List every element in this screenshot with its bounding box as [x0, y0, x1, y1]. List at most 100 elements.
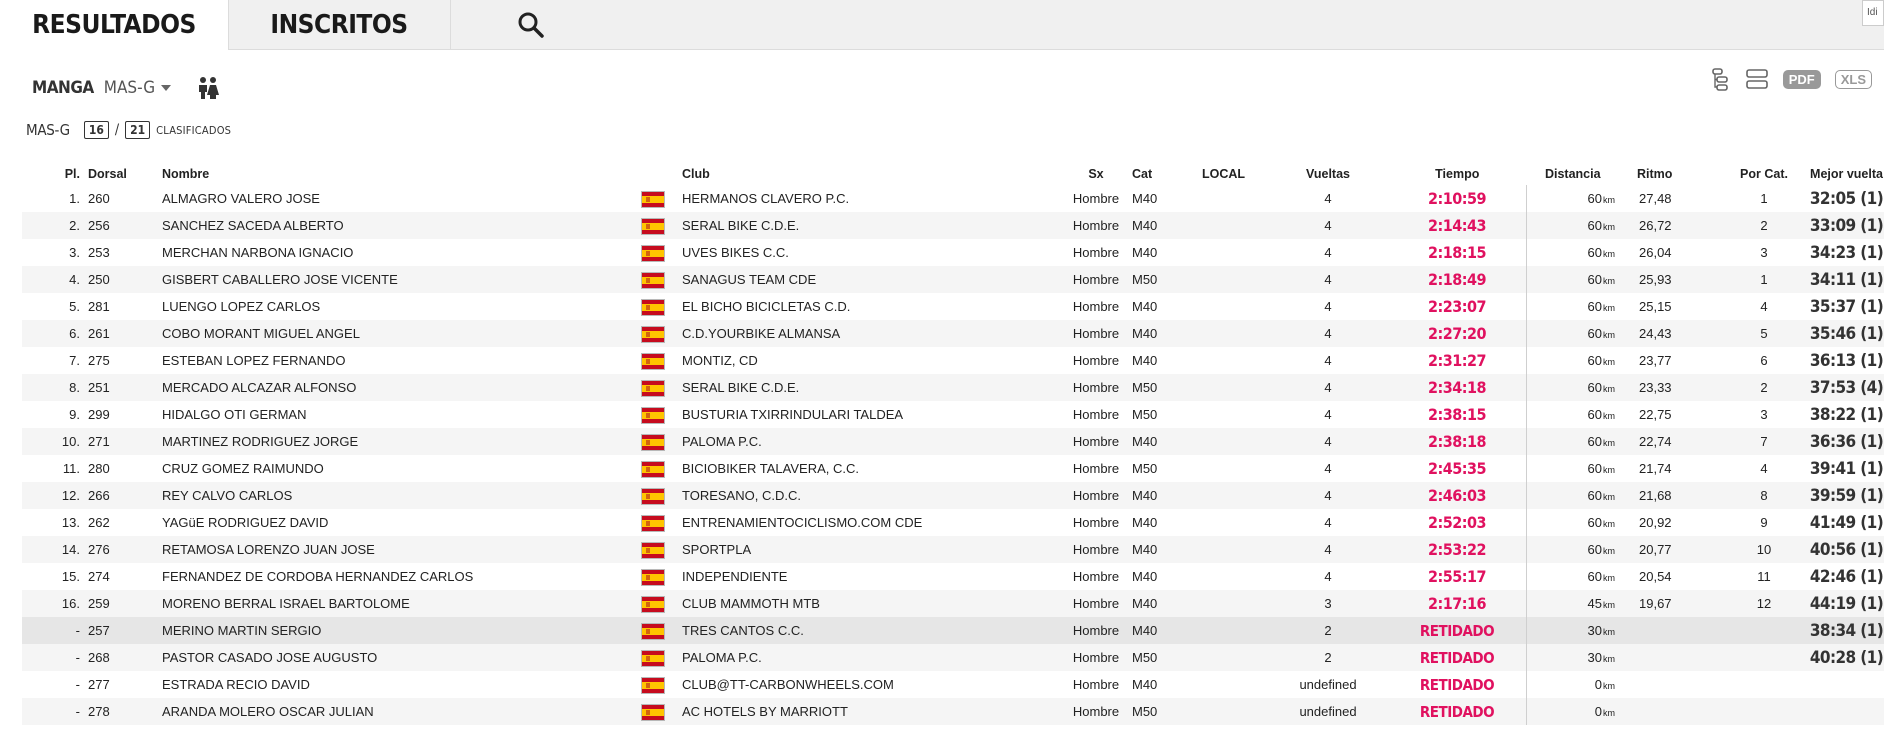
col-header-distancia[interactable]: Distancia — [1527, 163, 1620, 185]
time-value: 2:38:15 — [1427, 405, 1487, 424]
table-row[interactable]: 6. 261 COBO MORANT MIGUEL ANGEL C.D.YOURBIK… — [22, 320, 1884, 347]
tab-resultados[interactable]: RESULTADOS — [0, 0, 229, 50]
cell-nombre[interactable]: ALMAGRO VALERO JOSE — [162, 185, 642, 212]
pdf-export-button[interactable]: PDF — [1782, 69, 1821, 89]
col-header-local[interactable]: LOCAL — [1202, 163, 1268, 185]
list-view-icon[interactable] — [1709, 67, 1731, 91]
cell-nombre[interactable]: COBO MORANT MIGUEL ANGEL — [162, 320, 642, 347]
cell-pl: 7. — [69, 353, 80, 368]
col-header-tiempo[interactable]: Tiempo — [1388, 163, 1527, 185]
cell-nombre[interactable]: MERCADO ALCAZAR ALFONSO — [162, 374, 642, 401]
table-row[interactable]: -277 ESTRADA RECIO DAVID CLUB@TT-CARBONWHE… — [22, 671, 1884, 698]
language-input[interactable]: Idi — [1862, 0, 1884, 26]
table-row[interactable]: 12. 266 REY CALVO CARLOS TORESANO, C.D.C. Ho… — [22, 482, 1884, 509]
cell-distancia: 0km — [1527, 671, 1620, 698]
col-header-pl[interactable]: Pl. — [22, 163, 88, 185]
table-row[interactable]: 11. 280 CRUZ GOMEZ RAIMUNDO BICIOBIKER TALA… — [22, 455, 1884, 482]
cell-nombre[interactable]: MERCHAN NARBONA IGNACIO — [162, 239, 642, 266]
table-row[interactable]: 5. 281 LUENGO LOPEZ CARLOS EL BICHO BICICLE… — [22, 293, 1884, 320]
cell-cat: M40 — [1132, 299, 1158, 314]
cell-nombre[interactable]: MERINO MARTIN SERGIO — [162, 617, 642, 644]
table-row[interactable]: -268 PASTOR CASADO JOSE AUGUSTO PALOMA P.C… — [22, 644, 1884, 671]
table-row[interactable]: 7. 275 ESTEBAN LOPEZ FERNANDO MONTIZ, CD Hom… — [22, 347, 1884, 374]
col-header-cat[interactable]: Cat — [1122, 163, 1202, 185]
cell-nombre[interactable]: RETAMOSA LORENZO JUAN JOSE — [162, 536, 642, 563]
cell-nombre[interactable]: YAGüE RODRIGUEZ DAVID — [162, 509, 642, 536]
col-header-club[interactable]: Club — [682, 163, 1070, 185]
table-row[interactable]: 10. 271 MARTINEZ RODRIGUEZ JORGE PALOMA P.C… — [22, 428, 1884, 455]
table-row[interactable]: 8. 251 MERCADO ALCAZAR ALFONSO SERAL BIKE C… — [22, 374, 1884, 401]
cell-tiempo: 2:23:07 — [1388, 293, 1527, 320]
spain-flag-icon — [642, 623, 664, 639]
table-row[interactable]: 16. 259 MORENO BERRAL ISRAEL BARTOLOME CLUB… — [22, 590, 1884, 617]
cell-local — [1202, 671, 1268, 698]
cell-local — [1202, 563, 1268, 590]
col-header-por-cat[interactable]: Por Cat. — [1719, 163, 1809, 185]
km-unit: km — [1603, 276, 1615, 286]
cell-nombre[interactable]: SANCHEZ SACEDA ALBERTO — [162, 212, 642, 239]
manga-dropdown[interactable]: MAS-G — [104, 78, 172, 98]
cell-nombre[interactable]: FERNANDEZ DE CORDOBA HERNANDEZ CARLOS — [162, 563, 642, 590]
table-row[interactable]: 13. 262 YAGüE RODRIGUEZ DAVID ENTRENAMIENTO… — [22, 509, 1884, 536]
spain-flag-icon — [642, 407, 664, 423]
cell-nombre[interactable]: ESTRADA RECIO DAVID — [162, 671, 642, 698]
cell-sx: Hombre — [1072, 326, 1120, 341]
col-header-dorsal[interactable]: Dorsal — [88, 163, 162, 185]
table-row[interactable]: -257 MERINO MARTIN SERGIO TRES CANTOS C.C.… — [22, 617, 1884, 644]
distance-value: 60 — [1587, 272, 1602, 287]
rows-view-icon[interactable] — [1745, 68, 1769, 90]
cell-nombre[interactable]: REY CALVO CARLOS — [162, 482, 642, 509]
cell-club: CLUB@TT-CARBONWHEELS.COM — [682, 677, 894, 692]
table-row[interactable]: 2. 256 SANCHEZ SACEDA ALBERTO SERAL BIKE C.… — [22, 212, 1884, 239]
col-header-mejor-vuelta[interactable]: Mejor vuelta — [1809, 163, 1884, 185]
cell-club: SANAGUS TEAM CDE — [682, 272, 817, 287]
spain-flag-icon — [642, 677, 664, 693]
cell-nombre[interactable]: MARTINEZ RODRIGUEZ JORGE — [162, 428, 642, 455]
cell-cat: M40 — [1132, 515, 1158, 530]
cell-distancia: 0km — [1527, 698, 1620, 725]
cell-dorsal: 266 — [88, 488, 110, 503]
table-row[interactable]: 9. 299 HIDALGO OTI GERMAN BUSTURIA TXIRRIND… — [22, 401, 1884, 428]
cell-vueltas: 4 — [1324, 191, 1332, 206]
cell-nombre[interactable]: PASTOR CASADO JOSE AUGUSTO — [162, 644, 642, 671]
cell-nombre[interactable]: GISBERT CABALLERO JOSE VICENTE — [162, 266, 642, 293]
cell-flag — [642, 401, 682, 428]
results-table-body: 1. 260 ALMAGRO VALERO JOSE HERMANOS CLAVERO… — [22, 185, 1884, 725]
cell-nombre[interactable]: MORENO BERRAL ISRAEL BARTOLOME — [162, 590, 642, 617]
spain-flag-icon — [642, 380, 664, 396]
cell-nombre[interactable]: CRUZ GOMEZ RAIMUNDO — [162, 455, 642, 482]
table-row[interactable]: -278 ARANDA MOLERO OSCAR JULIAN AC HOTELS … — [22, 698, 1884, 725]
cell-vueltas: 2 — [1324, 650, 1332, 665]
cell-mejor-vuelta: 39:41 (1) — [1809, 455, 1884, 482]
cell-por-cat: 12 — [1756, 596, 1772, 611]
cell-nombre[interactable]: HIDALGO OTI GERMAN — [162, 401, 642, 428]
table-row[interactable]: 3. 253 MERCHAN NARBONA IGNACIO UVES BIKES C… — [22, 239, 1884, 266]
cell-nombre[interactable]: LUENGO LOPEZ CARLOS — [162, 293, 642, 320]
time-value: 2:17:16 — [1427, 594, 1487, 613]
people-icon[interactable] — [195, 75, 221, 101]
table-row[interactable]: 4. 250 GISBERT CABALLERO JOSE VICENTE SANAG… — [22, 266, 1884, 293]
cell-mejor-vuelta: 40:28 (1) — [1809, 644, 1884, 671]
cell-nombre[interactable]: ESTEBAN LOPEZ FERNANDO — [162, 347, 642, 374]
table-row[interactable]: 15. 274 FERNANDEZ DE CORDOBA HERNANDEZ CAR… — [22, 563, 1884, 590]
cell-club: EL BICHO BICICLETAS C.D. — [682, 299, 851, 314]
col-header-sx[interactable]: Sx — [1070, 163, 1122, 185]
cell-nombre[interactable]: ARANDA MOLERO OSCAR JULIAN — [162, 698, 642, 725]
tab-inscritos[interactable]: INSCRITOS — [228, 0, 451, 50]
table-row[interactable]: 14. 276 RETAMOSA LORENZO JUAN JOSE SPORTPLA… — [22, 536, 1884, 563]
cell-vueltas: 4 — [1324, 353, 1332, 368]
xls-export-button[interactable]: XLS — [1834, 69, 1872, 89]
cell-mejor-vuelta: 34:11 (1) — [1809, 266, 1884, 293]
cell-vueltas: 2 — [1324, 623, 1332, 638]
table-row[interactable]: 1. 260 ALMAGRO VALERO JOSE HERMANOS CLAVERO… — [22, 185, 1884, 212]
cell-ritmo — [1619, 671, 1719, 698]
search-icon[interactable] — [516, 10, 546, 40]
cell-mejor-vuelta: 37:53 (4) — [1809, 374, 1884, 401]
col-header-ritmo[interactable]: Ritmo — [1619, 163, 1719, 185]
cell-local — [1202, 401, 1268, 428]
col-header-vueltas[interactable]: Vueltas — [1268, 163, 1388, 185]
col-header-nombre[interactable]: Nombre — [162, 163, 642, 185]
cell-flag — [642, 374, 682, 401]
cell-ritmo: 24,43 — [1639, 326, 1672, 341]
cell-cat: M40 — [1132, 434, 1158, 449]
